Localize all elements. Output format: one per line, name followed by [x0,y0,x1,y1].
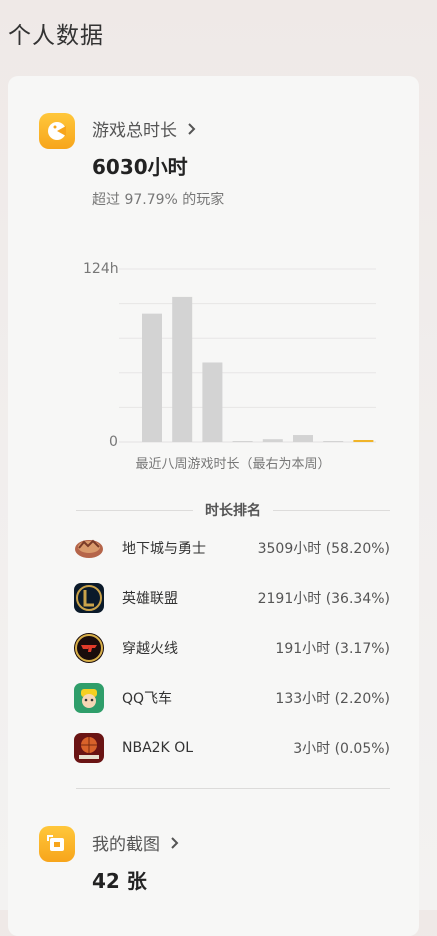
chart-bar-week-2 [172,296,193,442]
ranking-item[interactable]: QQ飞车 133小时 (2.20%) [74,678,390,718]
chart-y-tick-label: 124h [83,261,119,277]
section-divider [76,788,390,789]
screenshots-title: 我的截图 [92,835,160,855]
chevron-right-icon [171,836,179,849]
game-stat: 2191小时 (36.34%) [257,591,390,607]
playtime-title-link[interactable]: 游戏总时长 [92,116,199,141]
chart-bar-week-1 [142,313,162,442]
weekly-playtime-chart: 124h 0 [73,259,393,474]
game-stat: 3509小时 (58.20%) [257,541,390,557]
game-stat: 3小时 (0.05%) [293,741,390,757]
game-stat: 133小时 (2.20%) [275,691,390,707]
ranking-header: 时长排名 [76,502,390,519]
chart-bar-week-5 [262,439,283,442]
game-name: 穿越火线 [122,641,178,657]
game-stat: 191小时 (3.17%) [275,641,390,657]
ranking-item[interactable]: 地下城与勇士 3509小时 (58.20%) [74,528,390,568]
screenshot-icon [39,826,75,862]
ranking-title: 时长排名 [205,503,261,519]
chart-bar-week-7 [323,441,344,442]
ranking-item[interactable]: 英雄联盟 2191小时 (36.34%) [74,578,390,618]
chart-bar-week-3 [202,362,223,442]
personal-data-card: 游戏总时长 6030小时 超过 97.79% 的玩家 124h 0 最近八周游戏时… [8,76,419,936]
nba2k-game-icon [74,733,104,763]
ranking-header-line-left [76,509,193,511]
chart-y-tick-label: 0 [109,434,118,450]
game-name: 英雄联盟 [122,591,178,607]
game-name: NBA2K OL [122,740,194,756]
page-title: 个人数据 [8,23,104,49]
chart-bar-week-6 [293,435,313,442]
game-name: QQ飞车 [122,691,173,707]
screenshots-count: 42 张 [92,869,147,893]
chart-bar-week-8 [353,440,374,442]
ranking-item[interactable]: 穿越火线 191小时 (3.17%) [74,628,390,668]
screenshots-title-link[interactable]: 我的截图 [92,830,182,855]
dnf-game-icon [74,533,104,563]
ranking-item[interactable]: NBA2K OL 3小时 (0.05%) [74,728,390,768]
crossfire-game-icon [74,633,104,663]
qq-speed-game-icon [74,683,104,713]
chevron-right-icon [188,122,196,135]
game-controller-icon [39,113,75,149]
chart-caption: 最近八周游戏时长（最右为本周） [135,457,331,472]
game-name: 地下城与勇士 [122,541,206,557]
playtime-title: 游戏总时长 [92,121,177,141]
ranking-header-line-right [273,509,390,511]
playtime-percentile: 超过 97.79% 的玩家 [92,192,225,208]
playtime-total: 6030小时 [92,155,188,179]
chart-bar-week-4 [232,441,253,442]
lol-game-icon [74,583,104,613]
